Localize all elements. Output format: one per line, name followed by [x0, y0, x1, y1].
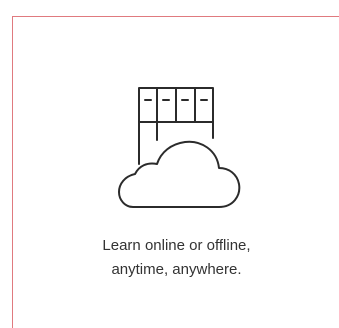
feature-line-2: anytime, anywhere. — [111, 261, 242, 278]
feature-card: Learn online or offline, anytime, anywhe… — [12, 16, 339, 328]
feature-description: Learn online or offline, anytime, anywhe… — [13, 234, 339, 282]
cloud-server-icon — [107, 78, 247, 218]
feature-line-1: Learn online or offline, — [102, 237, 251, 254]
